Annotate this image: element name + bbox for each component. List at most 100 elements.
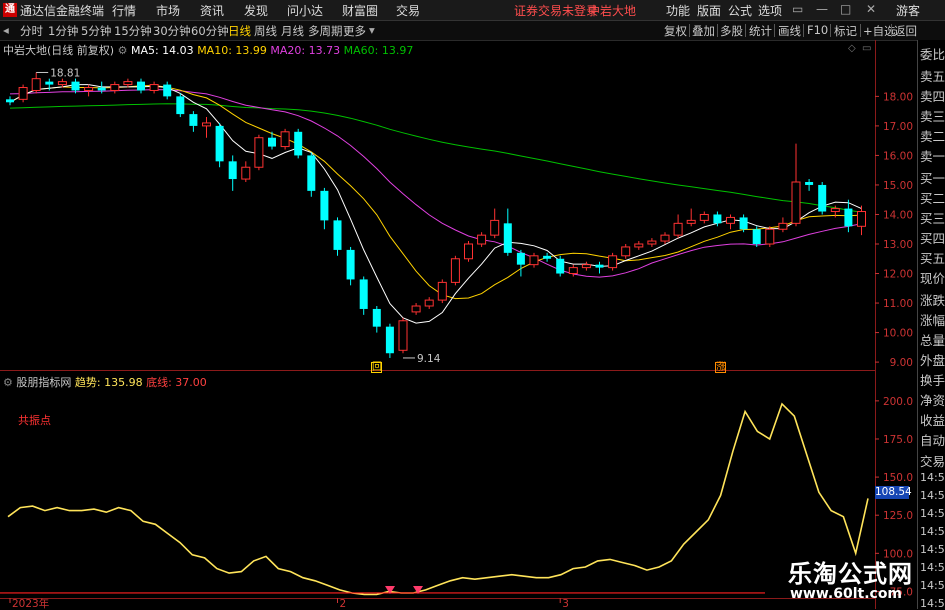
sub-y-tick-label: 125.0 bbox=[883, 510, 913, 522]
side-panel-item: 14:56 bbox=[920, 561, 945, 574]
kline-chart[interactable]: 9.00 10.00 11.00 12.00 13.00 14.00 15.00 16.00 1… bbox=[0, 0, 945, 609]
diamond-icon[interactable]: ◇ bbox=[848, 43, 856, 54]
side-panel-item: 卖三 bbox=[920, 109, 945, 124]
main-legend: 中岩大地(日线 前复权) ⚙ MA5: 14.03 MA10: 13.99 MA… bbox=[3, 42, 413, 58]
ma20-line bbox=[9, 89, 862, 278]
y-tick-label: 14.00 bbox=[883, 209, 913, 221]
candle-body-up bbox=[791, 181, 801, 224]
candle-body-down bbox=[739, 217, 748, 230]
candle-body-up bbox=[608, 255, 618, 269]
stock-legend-name: 中岩大地(日线 前复权) bbox=[3, 44, 115, 57]
candle-body-down bbox=[294, 131, 303, 156]
side-panel-item: 卖五 bbox=[920, 69, 945, 84]
current-value-tag: 108.54 bbox=[875, 486, 912, 499]
candle-body-down bbox=[228, 161, 237, 180]
price-annotation-label: 9.14 bbox=[417, 353, 441, 365]
side-panel-item: 收益 bbox=[920, 413, 945, 428]
candle-body-down bbox=[372, 308, 381, 327]
price-annotation-label: 18.81 bbox=[50, 67, 80, 79]
ma60-legend: MA60: 13.97 bbox=[343, 44, 414, 57]
candle-body-up bbox=[778, 222, 788, 230]
candle-body-up bbox=[123, 81, 133, 86]
candle-body-up bbox=[634, 243, 644, 248]
candle-body-up bbox=[424, 299, 434, 307]
candle-body-down bbox=[307, 155, 316, 191]
sub-y-tick-label: 150.0 bbox=[883, 472, 913, 484]
candle-body-down bbox=[189, 114, 198, 126]
high-marker-badge: 涨 bbox=[715, 362, 726, 373]
y-tick-label: 9.00 bbox=[890, 357, 913, 369]
watermark-url: www.60lt.com bbox=[790, 586, 903, 602]
y-tick-label: 12.00 bbox=[883, 269, 913, 281]
candle-body-down bbox=[818, 184, 827, 212]
side-panel-item: 卖一 bbox=[920, 149, 945, 164]
indicator-name: 股朋指标网 bbox=[16, 376, 72, 389]
x-tick-label: 2023年 bbox=[12, 597, 49, 609]
candle-body-up bbox=[464, 243, 473, 260]
side-panel-item: 买五 bbox=[920, 251, 945, 266]
candle-body-up bbox=[202, 122, 211, 127]
candle-body-down bbox=[45, 81, 54, 85]
candle-body-up bbox=[398, 320, 408, 351]
candle-body-down bbox=[805, 182, 814, 185]
candle-body-down bbox=[268, 137, 276, 147]
candle-body-up bbox=[280, 131, 290, 148]
side-panel-item: 买四 bbox=[920, 231, 945, 246]
trend-legend: 趋势: 135.98 bbox=[74, 376, 143, 389]
candle-body-up bbox=[411, 305, 421, 313]
side-panel-item: 14:56 bbox=[920, 525, 945, 538]
candle-body-up bbox=[686, 219, 696, 224]
candle-body-up bbox=[568, 267, 578, 275]
side-panel-item: 14:56 bbox=[920, 489, 945, 502]
candle-body-down bbox=[97, 87, 106, 91]
ma10-legend: MA10: 13.99 bbox=[197, 44, 267, 57]
candle-body-up bbox=[31, 78, 41, 91]
candle-body-down bbox=[752, 229, 761, 244]
candle-body-up bbox=[149, 84, 159, 91]
ma5-legend: MA5: 14.03 bbox=[130, 44, 194, 57]
settings-icon[interactable]: ⚙ bbox=[118, 44, 128, 57]
sub-legend: ⚙ 股朋指标网 趋势: 135.98 底线: 37.00 bbox=[3, 374, 207, 390]
side-panel-item: 现价 bbox=[920, 271, 945, 286]
candle-body-up bbox=[699, 213, 709, 221]
candle-body-up bbox=[529, 255, 539, 266]
candle-body-up bbox=[84, 87, 94, 91]
y-tick-label: 15.00 bbox=[883, 180, 913, 192]
side-panel-item: 总量 bbox=[920, 333, 945, 348]
candle-body-down bbox=[385, 326, 394, 354]
candle-body-down bbox=[137, 81, 145, 91]
ma20-legend: MA20: 13.73 bbox=[270, 44, 341, 57]
trend-line bbox=[7, 402, 869, 596]
candle-body-up bbox=[726, 216, 735, 224]
ma5-line bbox=[9, 84, 862, 324]
indicator-settings-icon[interactable]: ⚙ bbox=[3, 376, 13, 389]
candle-body-down bbox=[215, 125, 224, 162]
side-panel-item: 自动 bbox=[920, 433, 945, 448]
y-tick-label: 16.00 bbox=[883, 150, 913, 162]
candle-body-up bbox=[581, 264, 591, 269]
y-tick-label: 10.00 bbox=[883, 328, 913, 340]
candle-body-up bbox=[477, 234, 487, 245]
side-panel-item: 卖二 bbox=[920, 129, 945, 144]
side-panel-item: 14:56 bbox=[920, 579, 945, 592]
candle-body-up bbox=[18, 87, 28, 100]
candle-body-up bbox=[647, 240, 657, 245]
candle-body-down bbox=[543, 255, 552, 259]
y-tick-label: 17.00 bbox=[883, 121, 913, 133]
candle-body-down bbox=[346, 249, 355, 280]
candle-body-up bbox=[450, 258, 460, 283]
candle-body-up bbox=[241, 166, 251, 180]
ma60-line bbox=[9, 103, 862, 213]
side-panel-item: 卖四 bbox=[920, 89, 945, 104]
candle-body-up bbox=[765, 228, 775, 245]
candle-body-down bbox=[556, 258, 565, 274]
candle-body-up bbox=[660, 234, 670, 242]
resonance-label: 共振点 bbox=[18, 414, 51, 427]
watermark-title: 乐淘公式网 bbox=[788, 560, 913, 588]
candle-body-up bbox=[490, 219, 500, 236]
candle-body-down bbox=[595, 264, 604, 268]
side-panel-item: 净资 bbox=[920, 393, 945, 408]
side-panel-item: 买一 bbox=[920, 171, 945, 186]
window-icon[interactable]: ▭ bbox=[862, 43, 871, 54]
candle-body-down bbox=[6, 99, 14, 103]
